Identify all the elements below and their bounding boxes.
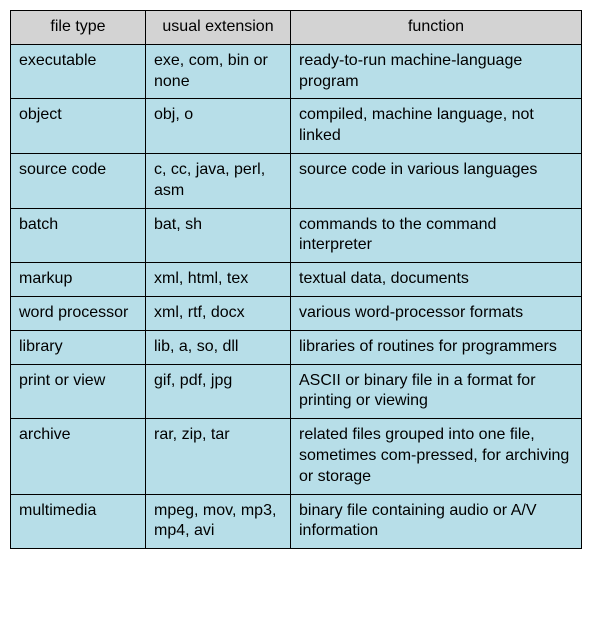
file-types-table: file type usual extension function execu… (10, 10, 582, 549)
cell-extension: gif, pdf, jpg (146, 364, 291, 419)
cell-extension: xml, rtf, docx (146, 296, 291, 330)
cell-extension: xml, html, tex (146, 263, 291, 297)
cell-function: source code in various languages (291, 153, 582, 208)
cell-extension: lib, a, so, dll (146, 330, 291, 364)
table-header-row: file type usual extension function (11, 11, 582, 45)
cell-function: binary file containing audio or A/V info… (291, 494, 582, 549)
table-row: library lib, a, so, dll libraries of rou… (11, 330, 582, 364)
cell-file-type: library (11, 330, 146, 364)
cell-extension: rar, zip, tar (146, 419, 291, 494)
cell-function: textual data, documents (291, 263, 582, 297)
table-row: print or view gif, pdf, jpg ASCII or bin… (11, 364, 582, 419)
table-row: archive rar, zip, tar related files grou… (11, 419, 582, 494)
cell-file-type: object (11, 99, 146, 154)
cell-extension: exe, com, bin or none (146, 44, 291, 99)
cell-function: various word-processor formats (291, 296, 582, 330)
cell-file-type: archive (11, 419, 146, 494)
cell-function: related files grouped into one file, som… (291, 419, 582, 494)
header-file-type: file type (11, 11, 146, 45)
cell-file-type: print or view (11, 364, 146, 419)
cell-file-type: multimedia (11, 494, 146, 549)
cell-file-type: word processor (11, 296, 146, 330)
header-function: function (291, 11, 582, 45)
header-usual-extension: usual extension (146, 11, 291, 45)
table-row: batch bat, sh commands to the command in… (11, 208, 582, 263)
cell-file-type: markup (11, 263, 146, 297)
cell-extension: obj, o (146, 99, 291, 154)
cell-file-type: batch (11, 208, 146, 263)
table-row: source code c, cc, java, perl, asm sourc… (11, 153, 582, 208)
table-row: markup xml, html, tex textual data, docu… (11, 263, 582, 297)
table-row: executable exe, com, bin or none ready-t… (11, 44, 582, 99)
cell-function: ready-to-run machine-language program (291, 44, 582, 99)
cell-extension: bat, sh (146, 208, 291, 263)
cell-function: ASCII or binary file in a format for pri… (291, 364, 582, 419)
table-row: word processor xml, rtf, docx various wo… (11, 296, 582, 330)
cell-file-type: source code (11, 153, 146, 208)
cell-file-type: executable (11, 44, 146, 99)
table-row: multimedia mpeg, mov, mp3, mp4, avi bina… (11, 494, 582, 549)
cell-function: libraries of routines for programmers (291, 330, 582, 364)
cell-function: commands to the command interpreter (291, 208, 582, 263)
cell-function: compiled, machine language, not linked (291, 99, 582, 154)
cell-extension: mpeg, mov, mp3, mp4, avi (146, 494, 291, 549)
table-row: object obj, o compiled, machine language… (11, 99, 582, 154)
cell-extension: c, cc, java, perl, asm (146, 153, 291, 208)
